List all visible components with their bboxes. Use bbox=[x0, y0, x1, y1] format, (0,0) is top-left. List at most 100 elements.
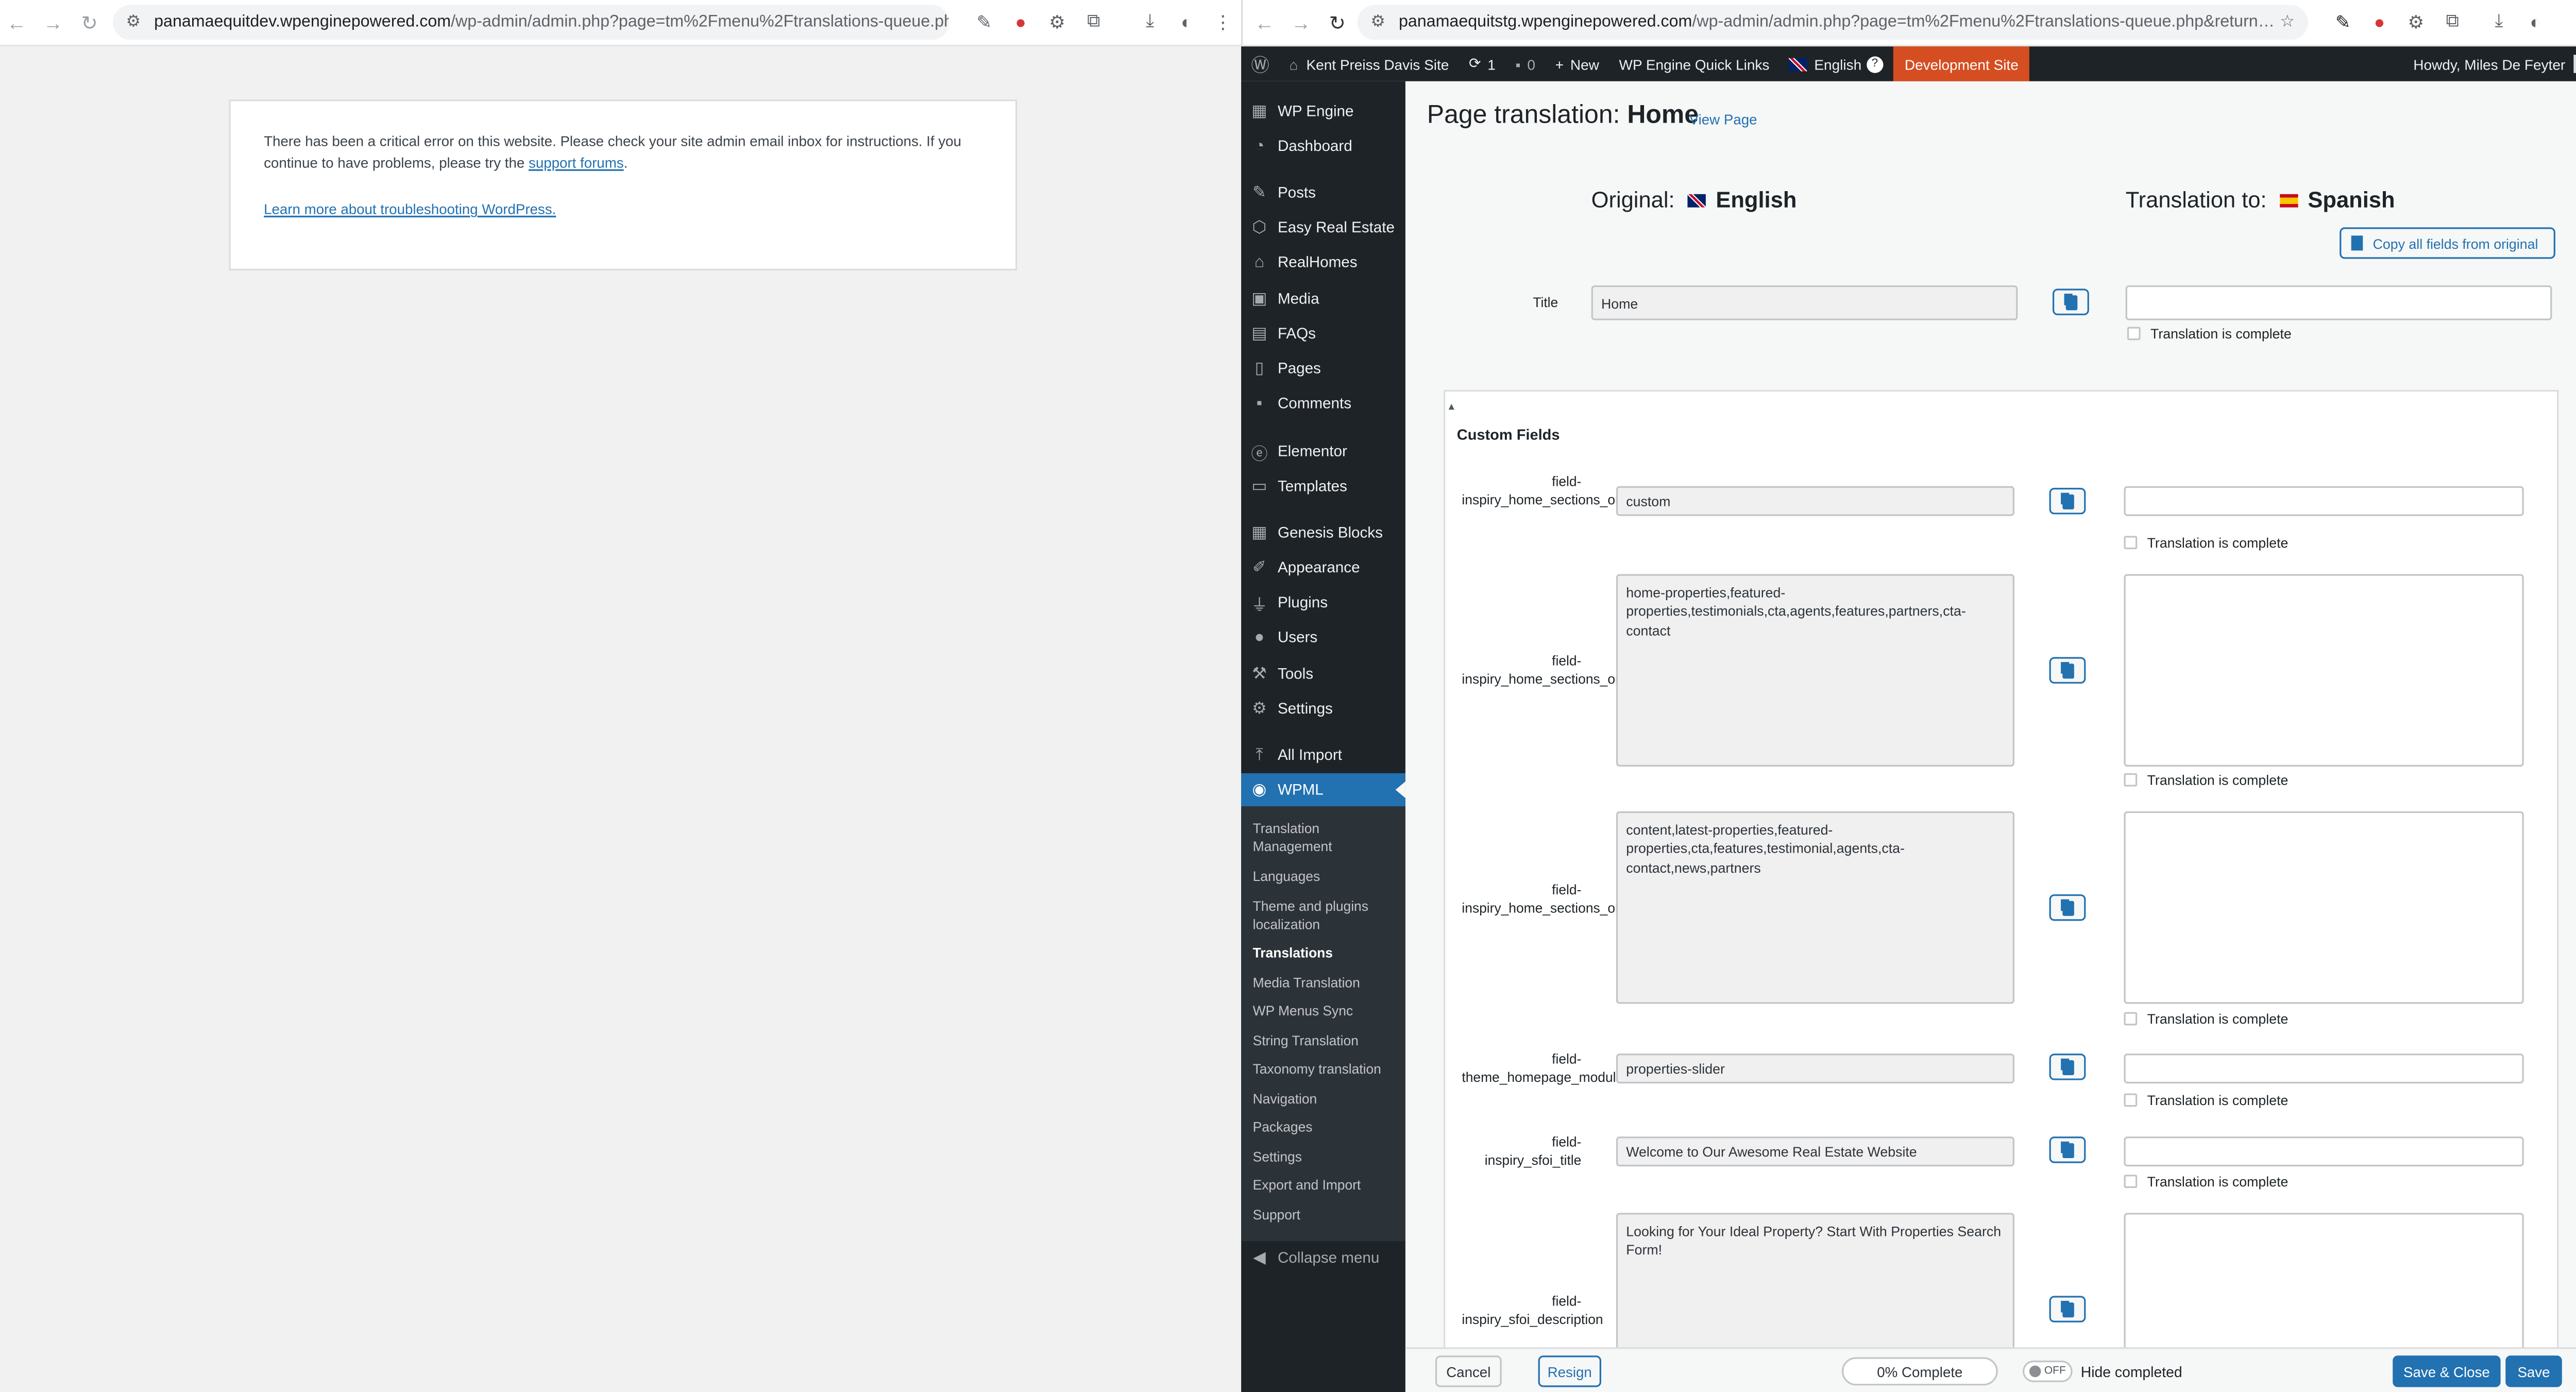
save-and-close-button[interactable]: Save & Close bbox=[2393, 1355, 2501, 1387]
menu-easy-real-estate[interactable]: ⬡ Easy Real Estate bbox=[1241, 211, 1405, 244]
menu-tools[interactable]: ⚒ Tools bbox=[1241, 657, 1405, 690]
submenu-languages[interactable]: Languages bbox=[1253, 868, 1402, 886]
progress-indicator: 0% Complete bbox=[1841, 1357, 1998, 1386]
gear-icon[interactable]: ⚙ bbox=[1045, 11, 1069, 34]
menu-media[interactable]: ▣ Media bbox=[1241, 282, 1405, 315]
new-content-link[interactable]: + New bbox=[1545, 46, 1609, 81]
menu-wp-engine[interactable]: ▦ WP Engine bbox=[1241, 95, 1405, 128]
learn-more-link[interactable]: Learn more about troubleshooting WordPre… bbox=[264, 201, 556, 217]
field-label: field-inspiry_home_sections_order bbox=[1462, 653, 1639, 688]
right-address-bar[interactable]: ⚙ panamaequitstg.wpenginepowered.com/wp-… bbox=[1357, 5, 2308, 40]
elementor-icon: ⓔ bbox=[1251, 445, 1268, 464]
site-info-icon[interactable]: ⚙ bbox=[1370, 13, 1385, 31]
copy-field-button[interactable] bbox=[2049, 657, 2086, 684]
menu-pages[interactable]: ▯ Pages bbox=[1241, 352, 1405, 385]
menu-dashboard[interactable]: ◔ Dashboard bbox=[1241, 129, 1405, 162]
extension-off-icon[interactable]: ● bbox=[1009, 11, 1032, 34]
development-site-badge[interactable]: Development Site bbox=[1893, 46, 2030, 81]
copy-icon bbox=[2061, 1059, 2074, 1075]
collapse-menu[interactable]: ◀ Collapse menu bbox=[1241, 1241, 1405, 1274]
profile-icon[interactable]: ◐ bbox=[2524, 11, 2547, 34]
cancel-button[interactable]: Cancel bbox=[1435, 1355, 1502, 1387]
submenu-packages[interactable]: Packages bbox=[1253, 1118, 1402, 1136]
menu-appearance[interactable]: ✐ Appearance bbox=[1241, 551, 1405, 584]
copy-all-fields-button[interactable]: Copy all fields from original bbox=[2340, 227, 2555, 259]
translated-title-input[interactable] bbox=[2125, 285, 2552, 320]
view-page-link[interactable]: View Page bbox=[1689, 111, 1757, 128]
title-complete-checkbox[interactable]: Translation is complete bbox=[2127, 325, 2292, 342]
menu-realhomes[interactable]: ⌂ RealHomes bbox=[1241, 246, 1405, 279]
wordpress-logo-icon[interactable]: Ⓦ bbox=[1241, 46, 1279, 81]
menu-elementor[interactable]: ⓔ Elementor bbox=[1241, 435, 1405, 468]
left-address-bar[interactable]: ⚙ panamaequitdev.wpenginepowered.com/wp-… bbox=[112, 5, 950, 40]
download-icon[interactable]: ⤓ bbox=[2487, 11, 2511, 34]
menu-faqs[interactable]: ▤ FAQs bbox=[1241, 317, 1405, 350]
eyedropper-icon[interactable]: ✎ bbox=[973, 11, 996, 34]
download-icon[interactable]: ⤓ bbox=[1139, 11, 1162, 34]
howdy-user[interactable]: Howdy, Miles De Feyter bbox=[2403, 46, 2576, 81]
translated-field-textarea[interactable] bbox=[2124, 811, 2524, 1004]
field-complete-checkbox[interactable]: Translation is complete bbox=[2124, 1092, 2288, 1108]
section-collapse-toggle[interactable]: ▴ bbox=[1449, 400, 1454, 413]
copy-field-button[interactable] bbox=[2049, 1054, 2086, 1080]
back-icon[interactable]: ← bbox=[3, 11, 29, 34]
submenu-media-translation[interactable]: Media Translation bbox=[1253, 974, 1402, 992]
copy-title-button[interactable] bbox=[2053, 288, 2089, 315]
submenu-translations[interactable]: Translations bbox=[1253, 944, 1402, 962]
menu-comments[interactable]: ▪ Comments bbox=[1241, 386, 1405, 419]
eyedropper-icon[interactable]: ✎ bbox=[2331, 11, 2354, 34]
submenu-export-import[interactable]: Export and Import bbox=[1253, 1176, 1402, 1194]
menu-dots-icon[interactable]: ⋮ bbox=[1211, 11, 1234, 34]
puzzle-icon[interactable]: ⧉ bbox=[1082, 11, 1105, 34]
menu-users[interactable]: ● Users bbox=[1241, 621, 1405, 654]
profile-icon[interactable]: ◐ bbox=[1175, 11, 1198, 34]
menu-wpml[interactable]: ◉ WPML bbox=[1241, 773, 1405, 807]
menu-templates[interactable]: ▭ Templates bbox=[1241, 469, 1405, 502]
submenu-support[interactable]: Support bbox=[1253, 1206, 1402, 1224]
forward-icon[interactable]: → bbox=[1287, 11, 1314, 34]
help-icon[interactable]: ? bbox=[1866, 55, 1884, 73]
bookmark-star-icon[interactable]: ☆ bbox=[2280, 13, 2295, 31]
site-name-link[interactable]: ⌂ Kent Preiss Davis Site bbox=[1279, 46, 1459, 81]
comments-link[interactable]: ▪ 0 bbox=[1505, 46, 1545, 81]
puzzle-icon[interactable]: ⧉ bbox=[2441, 11, 2464, 34]
hide-completed-toggle[interactable]: OFF bbox=[2023, 1360, 2073, 1382]
copy-field-button[interactable] bbox=[2049, 1136, 2086, 1163]
submenu-theme-plugins-localization[interactable]: Theme and plugins localization bbox=[1253, 897, 1402, 934]
updates-link[interactable]: ⟳ 1 bbox=[1459, 46, 1506, 81]
gear-icon[interactable]: ⚙ bbox=[2404, 11, 2428, 34]
translated-field-input[interactable] bbox=[2124, 1136, 2524, 1167]
resign-button[interactable]: Resign bbox=[1538, 1355, 1601, 1387]
site-info-icon[interactable]: ⚙ bbox=[126, 13, 141, 31]
field-complete-checkbox[interactable]: Translation is complete bbox=[2124, 534, 2288, 551]
submenu-wp-menus-sync[interactable]: WP Menus Sync bbox=[1253, 1002, 1402, 1020]
submenu-settings[interactable]: Settings bbox=[1253, 1148, 1402, 1166]
field-complete-checkbox[interactable]: Translation is complete bbox=[2124, 1010, 2288, 1027]
copy-field-button[interactable] bbox=[2049, 894, 2086, 921]
menu-genesis-blocks[interactable]: ▦ Genesis Blocks bbox=[1241, 516, 1405, 549]
translated-field-textarea[interactable] bbox=[2124, 574, 2524, 767]
menu-plugins[interactable]: ⏚ Plugins bbox=[1241, 586, 1405, 619]
menu-settings[interactable]: ⚙ Settings bbox=[1241, 692, 1405, 725]
submenu-navigation[interactable]: Navigation bbox=[1253, 1090, 1402, 1108]
menu-all-import[interactable]: ⤒ All Import bbox=[1241, 738, 1405, 771]
field-complete-checkbox[interactable]: Translation is complete bbox=[2124, 772, 2288, 788]
copy-field-button[interactable] bbox=[2049, 1296, 2086, 1322]
reload-icon[interactable]: ↻ bbox=[1324, 11, 1351, 34]
extension-off-icon[interactable]: ● bbox=[2368, 11, 2391, 34]
save-button[interactable]: Save bbox=[2505, 1355, 2562, 1387]
reload-icon[interactable]: ↻ bbox=[76, 11, 103, 34]
submenu-string-translation[interactable]: String Translation bbox=[1253, 1032, 1402, 1050]
back-icon[interactable]: ← bbox=[1251, 11, 1278, 34]
submenu-translation-management[interactable]: Translation Management bbox=[1253, 820, 1402, 856]
menu-posts[interactable]: ✎ Posts bbox=[1241, 176, 1405, 209]
wp-engine-quick-links[interactable]: WP Engine Quick Links bbox=[1609, 46, 1780, 81]
field-complete-checkbox[interactable]: Translation is complete bbox=[2124, 1173, 2288, 1190]
translated-field-input[interactable] bbox=[2124, 486, 2524, 516]
submenu-taxonomy-translation[interactable]: Taxonomy translation bbox=[1253, 1060, 1402, 1078]
translated-field-input[interactable] bbox=[2124, 1054, 2524, 1084]
language-switcher[interactable]: English? bbox=[1780, 46, 1893, 81]
support-forums-link[interactable]: support forums bbox=[529, 155, 624, 171]
copy-field-button[interactable] bbox=[2049, 487, 2086, 515]
forward-icon[interactable]: → bbox=[40, 11, 66, 34]
